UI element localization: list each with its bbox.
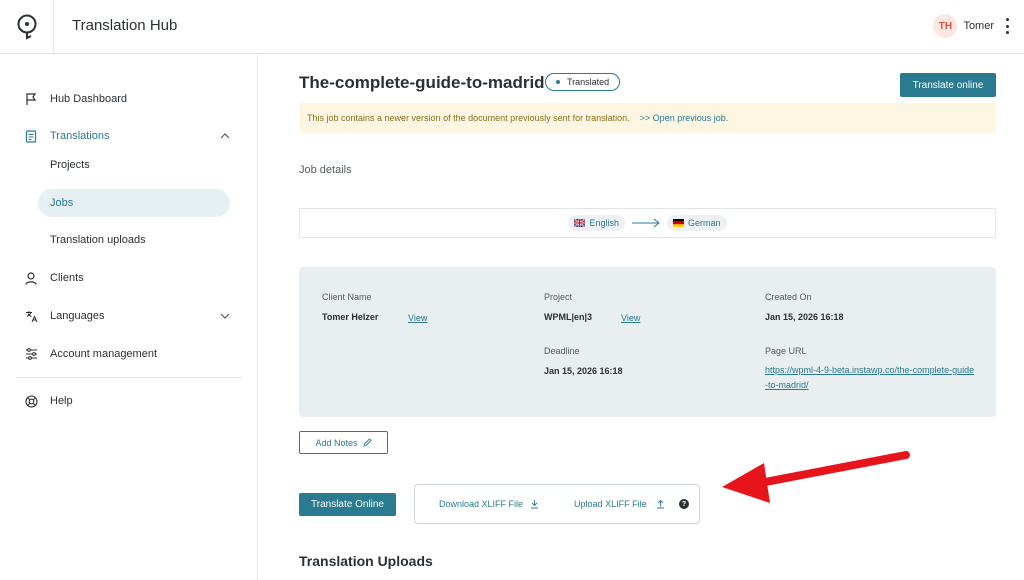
client-name-value: Tomer Helzer bbox=[322, 312, 379, 322]
client-view-link[interactable]: View bbox=[408, 313, 427, 323]
arrow-right-icon bbox=[632, 218, 660, 228]
sidebar-item-projects[interactable]: Projects bbox=[50, 159, 90, 171]
deadline-label: Deadline bbox=[544, 346, 580, 356]
client-name-label: Client Name bbox=[322, 292, 372, 302]
sidebar-divider bbox=[16, 377, 242, 378]
app-logo[interactable] bbox=[0, 0, 54, 54]
download-icon bbox=[531, 500, 539, 509]
german-flag-icon bbox=[673, 219, 684, 227]
sidebar-item-clients[interactable]: Clients bbox=[24, 271, 84, 285]
job-details-card: Client Name Tomer Helzer View Project WP… bbox=[299, 267, 996, 417]
upload-xliff-label: Upload XLIFF File bbox=[574, 499, 647, 509]
sidebar-item-label: Account management bbox=[50, 348, 158, 360]
more-menu-icon[interactable] bbox=[1004, 18, 1010, 34]
page-url-label: Page URL bbox=[765, 346, 807, 356]
translate-online-button[interactable]: Translate Online bbox=[299, 493, 396, 516]
document-icon bbox=[24, 129, 38, 143]
sidebar-item-label: Help bbox=[50, 395, 73, 407]
project-value: WPML|en|3 bbox=[544, 312, 593, 322]
chevron-up-icon[interactable] bbox=[220, 130, 230, 142]
status-label: Translated bbox=[567, 77, 610, 87]
user-menu[interactable]: TH Tomer bbox=[933, 14, 1010, 38]
uk-flag-icon bbox=[574, 219, 586, 227]
deadline-value: Jan 15, 2026 16:18 bbox=[544, 366, 623, 376]
open-previous-job-link[interactable]: >> Open previous job. bbox=[640, 113, 729, 123]
download-xliff-button[interactable]: Download XLIFF File bbox=[439, 499, 539, 509]
status-dot-icon bbox=[556, 80, 560, 84]
sidebar: Hub Dashboard Translations Projects Jobs… bbox=[0, 55, 258, 580]
chevron-down-icon[interactable] bbox=[220, 310, 230, 322]
version-notice: This job contains a newer version of the… bbox=[299, 103, 996, 133]
person-icon bbox=[24, 271, 38, 285]
sidebar-item-languages[interactable]: Languages bbox=[24, 309, 234, 323]
sidebar-item-translation-uploads[interactable]: Translation uploads bbox=[50, 234, 146, 246]
sidebar-item-label: Hub Dashboard bbox=[50, 93, 128, 105]
job-details-heading: Job details bbox=[299, 164, 352, 176]
sidebar-item-label: Languages bbox=[50, 310, 105, 322]
page-title: The-complete-guide-to-madrid bbox=[299, 73, 545, 92]
upload-xliff-button[interactable]: Upload XLIFF File bbox=[574, 499, 665, 509]
target-language-pill: German bbox=[667, 215, 727, 231]
user-name[interactable]: Tomer bbox=[963, 20, 994, 32]
status-badge: Translated bbox=[545, 73, 621, 91]
sidebar-item-hub-dashboard[interactable]: Hub Dashboard bbox=[24, 92, 127, 106]
page-url-link[interactable]: https://wpml-4-9-beta.instawp.co/the-com… bbox=[765, 363, 975, 393]
xliff-actions: Download XLIFF File Upload XLIFF File ? bbox=[414, 484, 700, 524]
add-notes-button[interactable]: Add Notes bbox=[299, 431, 388, 454]
sidebar-item-jobs[interactable]: Jobs bbox=[38, 189, 230, 217]
sidebar-item-label: Translations bbox=[50, 130, 110, 142]
sliders-icon bbox=[24, 347, 38, 361]
translate-online-button-top[interactable]: Translate online bbox=[900, 73, 996, 97]
project-label: Project bbox=[544, 292, 573, 302]
flag-icon bbox=[24, 92, 38, 106]
source-language: English bbox=[589, 218, 619, 228]
avatar[interactable]: TH bbox=[933, 14, 958, 38]
notice-text: This job contains a newer version of the… bbox=[307, 113, 630, 123]
help-icon[interactable]: ? bbox=[679, 499, 689, 509]
upload-icon bbox=[656, 499, 664, 509]
sidebar-item-translations[interactable]: Translations bbox=[24, 129, 234, 143]
target-language: German bbox=[688, 218, 721, 228]
language-pair: English German bbox=[299, 208, 996, 238]
add-notes-label: Add Notes bbox=[315, 437, 358, 448]
source-language-pill: English bbox=[568, 215, 625, 231]
logo-icon bbox=[17, 14, 36, 40]
sidebar-item-help[interactable]: Help bbox=[24, 394, 73, 408]
app-title: Translation Hub bbox=[72, 17, 178, 34]
created-on-value: Jan 15, 2026 16:18 bbox=[765, 312, 844, 322]
created-on-label: Created On bbox=[765, 292, 812, 302]
project-view-link[interactable]: View bbox=[621, 313, 640, 323]
sidebar-item-account-management[interactable]: Account management bbox=[24, 347, 157, 361]
annotation-arrow-icon bbox=[722, 451, 910, 503]
sidebar-item-label: Clients bbox=[50, 272, 84, 284]
lifebuoy-icon bbox=[24, 394, 38, 408]
pencil-icon bbox=[362, 438, 372, 447]
top-bar: Translation Hub TH Tomer bbox=[0, 0, 1024, 54]
download-xliff-label: Download XLIFF File bbox=[439, 499, 524, 509]
translate-icon bbox=[24, 309, 38, 323]
translation-uploads-heading: Translation Uploads bbox=[299, 553, 433, 569]
